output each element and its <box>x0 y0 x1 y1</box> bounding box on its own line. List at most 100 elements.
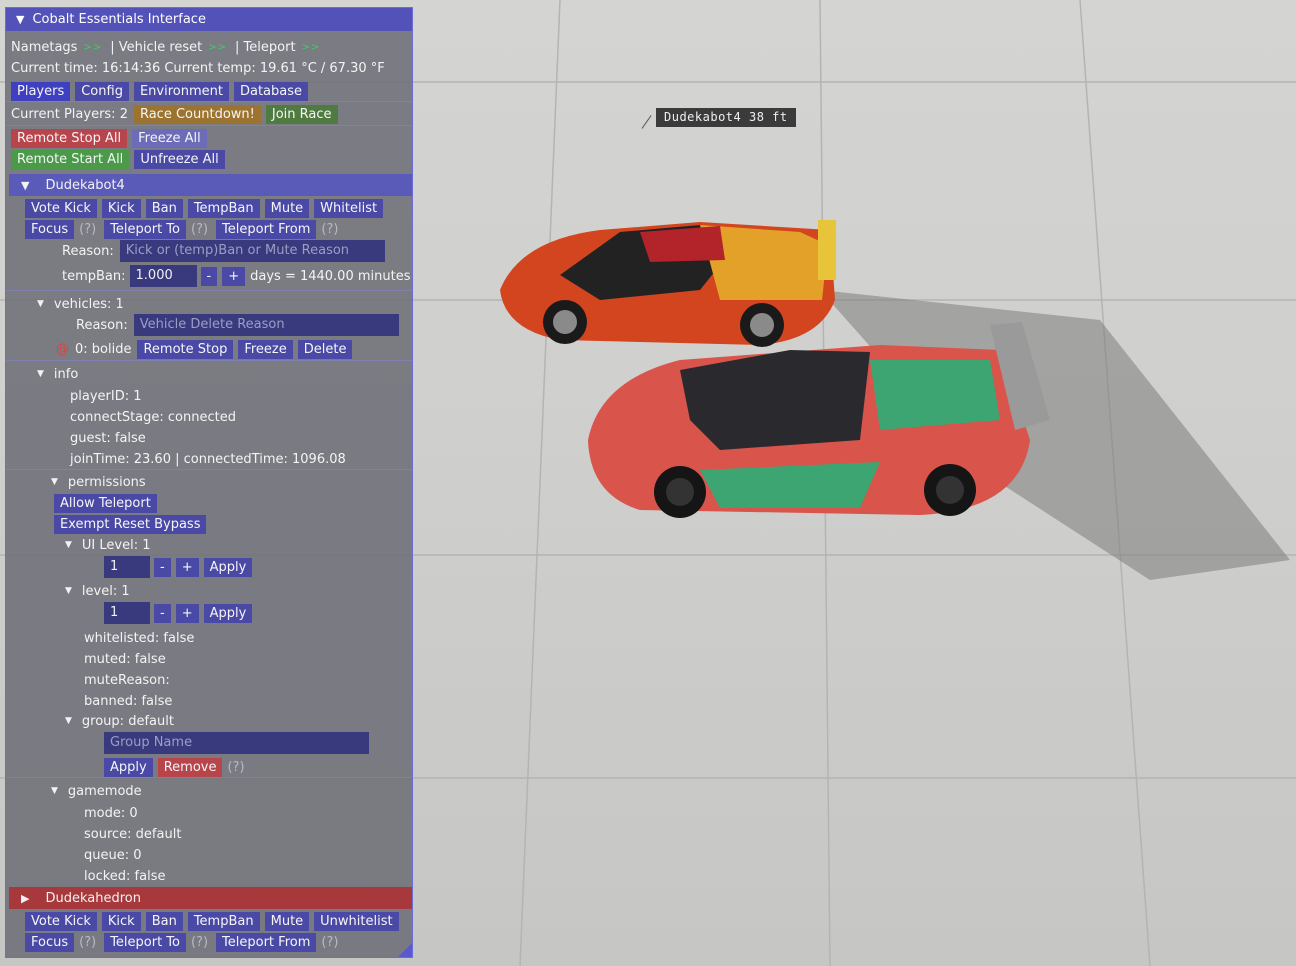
delete-vehicle-button[interactable]: Delete <box>297 339 353 359</box>
expand-arrow-icon[interactable]: ▼ <box>21 179 29 192</box>
help-icon[interactable]: (?) <box>191 935 208 950</box>
teleport-to-button[interactable]: Teleport To <box>104 932 186 952</box>
expand-arrow-icon[interactable]: ▼ <box>51 786 58 796</box>
ui-level-apply-button[interactable]: Apply <box>203 557 253 577</box>
expand-arrow-icon[interactable]: ▼ <box>65 716 72 726</box>
group-name-input[interactable]: Group Name <box>104 732 369 754</box>
expand-arrow-icon[interactable]: ▼ <box>65 540 72 550</box>
reason-input[interactable]: Kick or (temp)Ban or Mute Reason <box>119 240 385 262</box>
level-apply-button[interactable]: Apply <box>203 603 253 623</box>
remote-stop-button[interactable]: Remote Stop <box>137 339 234 359</box>
permissions-node[interactable]: ▼ permissions <box>51 472 146 492</box>
info-player-id: playerID: 1 <box>70 386 142 406</box>
tab-bar: Players Config Environment Database <box>11 81 313 101</box>
ui-level-increment-button[interactable]: + <box>175 557 199 577</box>
player-name: Dudekabot4 <box>45 177 125 193</box>
whitelist-button[interactable]: Whitelist <box>314 198 384 218</box>
permissions-label: permissions <box>67 474 146 490</box>
tab-config[interactable]: Config <box>75 81 129 101</box>
resize-grip-icon[interactable] <box>398 943 412 957</box>
teleport-from-button[interactable]: Teleport From <box>216 219 317 239</box>
unfreeze-all-button[interactable]: Unfreeze All <box>134 149 225 169</box>
tempban-increment-button[interactable]: + <box>222 266 246 286</box>
vehicle-reason-input[interactable]: Vehicle Delete Reason <box>133 314 399 336</box>
player-header-dudekabot4[interactable]: ▼ Dudekabot4 <box>9 174 412 196</box>
ui-level-label: UI Level: 1 <box>81 537 151 553</box>
kick-button[interactable]: Kick <box>101 911 141 931</box>
level-node[interactable]: ▼ level: 1 <box>65 581 130 601</box>
help-icon[interactable]: (?) <box>321 935 338 950</box>
help-icon[interactable]: (?) <box>227 760 244 775</box>
collapse-arrow-icon[interactable]: ▼ <box>16 13 24 26</box>
teleport-toggle-icon[interactable]: >> <box>302 42 321 53</box>
level-label: level: 1 <box>81 583 130 599</box>
expand-arrow-icon[interactable]: ▼ <box>37 369 44 379</box>
focus-button[interactable]: Focus <box>25 219 75 239</box>
player-nametag: Dudekabot4 38 ft <box>656 108 796 127</box>
nametags-label: Nametags <box>11 39 78 55</box>
gamemode-source: source: default <box>84 824 181 844</box>
level-increment-button[interactable]: + <box>175 603 199 623</box>
tempban-decrement-button[interactable]: - <box>200 266 218 286</box>
group-name-row: Group Name <box>104 732 369 754</box>
level-input[interactable]: 1 <box>104 602 150 624</box>
kick-button[interactable]: Kick <box>101 198 141 218</box>
mute-button[interactable]: Mute <box>264 911 310 931</box>
vehicle-reset-toggle-icon[interactable]: >> <box>208 42 227 53</box>
tab-database[interactable]: Database <box>233 81 308 101</box>
join-race-button[interactable]: Join Race <box>265 104 338 124</box>
help-icon[interactable]: (?) <box>191 222 208 237</box>
unwhitelist-button[interactable]: Unwhitelist <box>314 911 399 931</box>
teleport-to-button[interactable]: Teleport To <box>104 219 186 239</box>
race-countdown-button[interactable]: Race Countdown! <box>133 104 261 124</box>
gamemode-mode: mode: 0 <box>84 803 138 823</box>
tempban-button[interactable]: TempBan <box>187 198 260 218</box>
help-icon[interactable]: (?) <box>321 222 338 237</box>
ban-button[interactable]: Ban <box>145 911 183 931</box>
expand-arrow-icon[interactable]: ▼ <box>37 299 44 309</box>
global-actions-row-1: Remote Stop All Freeze All <box>11 128 212 148</box>
teleport-from-button[interactable]: Teleport From <box>216 932 317 952</box>
vehicle-locate-icon[interactable]: @ <box>56 342 69 357</box>
group-node[interactable]: ▼ group: default <box>65 711 174 731</box>
ui-level-decrement-button[interactable]: - <box>154 557 171 577</box>
nametags-toggle-icon[interactable]: >> <box>83 42 102 53</box>
expand-arrow-icon[interactable]: ▼ <box>51 477 58 487</box>
cobalt-essentials-window[interactable]: ▼ Cobalt Essentials Interface Nametags >… <box>5 7 413 958</box>
reason-row: Reason: Kick or (temp)Ban or Mute Reason <box>62 240 385 262</box>
remote-stop-all-button[interactable]: Remote Stop All <box>11 128 128 148</box>
allow-teleport-button[interactable]: Allow Teleport <box>54 493 157 513</box>
vehicles-node[interactable]: ▼ vehicles: 1 <box>37 294 124 314</box>
vote-kick-button[interactable]: Vote Kick <box>25 198 97 218</box>
player-header-dudekahedron[interactable]: ▶ Dudekahedron <box>9 887 412 909</box>
mute-reason-text: muteReason: <box>84 672 170 688</box>
current-players-count: Current Players: 2 <box>11 106 128 122</box>
expand-arrow-icon[interactable]: ▶ <box>21 892 29 905</box>
ui-level-node[interactable]: ▼ UI Level: 1 <box>65 535 151 555</box>
vote-kick-button[interactable]: Vote Kick <box>25 911 97 931</box>
freeze-all-button[interactable]: Freeze All <box>132 128 207 148</box>
ban-button[interactable]: Ban <box>145 198 183 218</box>
ui-level-input[interactable]: 1 <box>104 556 150 578</box>
tab-environment[interactable]: Environment <box>133 81 229 101</box>
freeze-button[interactable]: Freeze <box>238 339 293 359</box>
gamemode-node[interactable]: ▼ gamemode <box>51 781 142 801</box>
focus-button[interactable]: Focus <box>25 932 75 952</box>
help-icon[interactable]: (?) <box>79 222 96 237</box>
remote-start-all-button[interactable]: Remote Start All <box>11 149 130 169</box>
group-remove-button[interactable]: Remove <box>157 757 223 777</box>
whitelisted-text: whitelisted: false <box>84 630 195 646</box>
expand-arrow-icon[interactable]: ▼ <box>65 586 72 596</box>
whitelisted-row: whitelisted: false <box>84 628 194 648</box>
help-icon[interactable]: (?) <box>79 935 96 950</box>
level-decrement-button[interactable]: - <box>154 603 171 623</box>
vehicle-reason-label: Reason: <box>76 317 128 333</box>
exempt-reset-bypass-button[interactable]: Exempt Reset Bypass <box>54 514 207 534</box>
info-node[interactable]: ▼ info <box>37 364 78 384</box>
tempban-button[interactable]: TempBan <box>187 911 260 931</box>
mute-button[interactable]: Mute <box>264 198 310 218</box>
group-apply-button[interactable]: Apply <box>104 757 153 777</box>
window-titlebar[interactable]: ▼ Cobalt Essentials Interface <box>6 8 412 31</box>
tab-players[interactable]: Players <box>11 81 71 101</box>
tempban-days-input[interactable]: 1.000 <box>129 265 197 287</box>
